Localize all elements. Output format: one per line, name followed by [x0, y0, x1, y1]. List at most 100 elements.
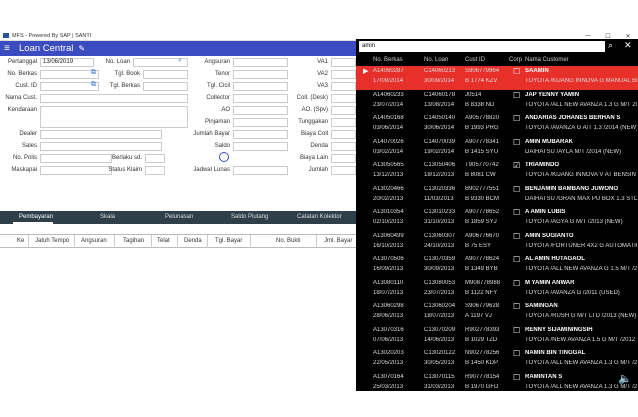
corp-checkbox[interactable]: ☐	[513, 373, 520, 382]
column-divider	[114, 235, 115, 248]
dealer-field[interactable]	[40, 130, 162, 139]
result-row[interactable]: A13060499 16/10/2013 C13060307 24/10/2013 A9…	[356, 231, 638, 255]
jadwal-lunas-field[interactable]	[233, 166, 288, 175]
col-nama-customer: Nama Customer	[525, 57, 569, 63]
kendaraan-field[interactable]	[40, 106, 188, 128]
tab-pembayaran[interactable]: Pembayaran	[19, 214, 53, 220]
biaya-lain-field[interactable]	[331, 154, 356, 163]
date-cell: 25/03/2013	[373, 383, 404, 390]
vehicle-cell: TOYOTA /AVANZA G A/T 1.3 /2014 (NEW)	[525, 125, 637, 131]
result-row[interactable]: A13050565 13/12/2013 C13050406 18/12/2013 T9…	[356, 160, 638, 184]
ao-spv-field[interactable]	[331, 106, 356, 115]
tgl-cicil-field[interactable]	[233, 82, 288, 91]
tunggakan-field[interactable]	[331, 118, 356, 127]
va2-field[interactable]	[331, 70, 356, 79]
sales-field[interactable]	[40, 142, 162, 151]
open-icon[interactable]: ⧉	[91, 81, 96, 89]
status-klaim-field[interactable]	[145, 166, 165, 175]
result-row[interactable]: A14050168 03/06/2014 C14050140 30/06/2014 A9…	[356, 113, 638, 137]
app-icon	[3, 33, 9, 38]
loading-icon	[219, 152, 229, 162]
result-row[interactable]: A14060233 23/07/2014 C14060178 13/08/2014 J0…	[356, 90, 638, 114]
result-row[interactable]: A13060298 28/06/2013 C13060204 18/07/2013 S9…	[356, 301, 638, 325]
collector-field[interactable]	[233, 94, 288, 103]
vehicle-cell: TOYOTA /KIJANG INNOVA V AT BENSIN /2013	[525, 172, 637, 178]
customer-search-input[interactable]: amin	[359, 41, 605, 52]
va1-field[interactable]	[331, 58, 356, 67]
ao-field[interactable]	[233, 106, 288, 115]
maskapai-label: Maskapai	[11, 167, 37, 173]
va3-label: VA3	[317, 83, 328, 89]
no-loan-label: No. Loan	[105, 59, 130, 65]
jumlah-bayar-field[interactable]	[233, 130, 288, 139]
pinjaman-field[interactable]	[233, 118, 288, 127]
close-icon[interactable]: ✕	[624, 40, 632, 51]
tab-catatan-kolektor[interactable]: Catatan Kolektor	[297, 214, 342, 220]
tab-pelunasan[interactable]: Pelunasan	[165, 214, 193, 220]
column-divider	[316, 235, 317, 248]
app-window: MFS - Powered By SAP | SANTI — ☐ ✕ ≡ Loa…	[0, 31, 638, 391]
result-row[interactable]: A13070316 07/06/2013 C13070209 14/06/2013 R9…	[356, 325, 638, 349]
corp-checkbox[interactable]: ☐	[513, 256, 520, 264]
loan-cell: C13080053	[424, 279, 456, 286]
denda-field[interactable]	[331, 142, 356, 151]
result-row[interactable]: A14070026 03/02/2014 C14070039 19/02/2014 A9…	[356, 137, 638, 161]
corp-checkbox[interactable]: ☐	[513, 209, 520, 217]
tenor-field[interactable]	[233, 70, 288, 79]
angsuran-field[interactable]	[233, 58, 288, 67]
result-row[interactable]: A13070164 25/03/2013 C13070115 31/03/2013 R9…	[356, 372, 638, 396]
result-row[interactable]: A13080110 18/07/2013 C13080053 23/07/2013 M9…	[356, 278, 638, 302]
va3-field[interactable]	[331, 82, 356, 91]
jumlah-field[interactable]	[331, 166, 356, 175]
corp-checkbox[interactable]: ☐	[513, 115, 520, 123]
column-divider	[177, 235, 178, 248]
column-divider	[74, 235, 75, 248]
cust-id-cell: A907778624	[465, 256, 500, 262]
tab-saldo-piutang[interactable]: Saldo Piutang	[231, 214, 268, 220]
column-divider	[151, 235, 152, 248]
ao-spv-label: AO. (Spv)	[301, 107, 328, 113]
corp-checkbox[interactable]: ☐	[513, 91, 520, 100]
tgl-berkas-field[interactable]	[143, 82, 188, 91]
date-cell: 17/09/2014	[373, 78, 404, 84]
coll-desk-label: Coll. (Desk)	[296, 95, 328, 101]
berkas-cell: A14060233	[373, 91, 404, 98]
corp-checkbox[interactable]: ☐	[513, 68, 520, 76]
corp-checkbox[interactable]: ☐	[513, 326, 520, 335]
tgl-book-field[interactable]	[143, 70, 188, 79]
speaker-icon[interactable]: 🔈	[618, 372, 632, 385]
menu-icon[interactable]: ≡	[4, 43, 16, 54]
nama-cust-field[interactable]	[40, 94, 188, 103]
search-icon[interactable]: ⌕	[178, 57, 182, 65]
customer-name-cell: SAAMIN	[525, 68, 549, 74]
result-row[interactable]: A14060287 17/09/2014 C14060213 30/09/2014 S9…	[356, 66, 638, 90]
corp-checkbox[interactable]: ☐	[513, 185, 520, 194]
cust-id-cell: B902777551	[465, 185, 500, 192]
corp-checkbox[interactable]: ☐	[513, 138, 520, 147]
customer-name-cell: ANDARIAS JOHANES BERHAN S	[525, 115, 621, 121]
coll-desk-field[interactable]	[331, 94, 356, 103]
biaya-coll-field[interactable]	[331, 130, 356, 139]
corp-checkbox[interactable]: ☐	[513, 350, 520, 358]
plate-cell: B 75 ESY	[465, 242, 492, 249]
result-row[interactable]: A13020203 22/05/2013 C13020122 30/05/2013 N9…	[356, 348, 638, 372]
edit-icon[interactable]: ✎	[78, 44, 85, 53]
corp-checkbox[interactable]: ☐	[513, 303, 520, 311]
status-klaim-label: Status Klaim	[108, 167, 142, 173]
result-row[interactable]: A13020466 20/02/2013 C13020336 11/03/2013 B9…	[356, 184, 638, 208]
berlaku-sd-field[interactable]	[145, 154, 165, 163]
open-icon[interactable]: ⧉	[91, 69, 96, 77]
corp-checkbox[interactable]: ☑	[513, 162, 520, 170]
result-row[interactable]: A13070506 16/09/2013 C13070359 30/09/2013 A9…	[356, 254, 638, 278]
saldo-field[interactable]	[233, 142, 288, 151]
berkas-cell: A13020466	[373, 185, 404, 192]
payment-table-header: Ke Jatuh Tempo Angsuran Tagihan Telat De…	[0, 234, 356, 248]
search-icon[interactable]: ⌕	[608, 40, 613, 51]
corp-checkbox[interactable]: ☐	[513, 279, 520, 288]
result-row[interactable]: A13010354 02/10/2013 C13010233 31/10/2013 A9…	[356, 207, 638, 231]
corp-checkbox[interactable]: ☐	[513, 232, 520, 241]
date-cell: 13/12/2013	[373, 172, 404, 178]
loan-cell: C14060213	[424, 68, 456, 74]
pertanggal-field[interactable]: 13/06/2019	[40, 58, 94, 67]
tab-skala[interactable]: Skala	[100, 214, 115, 220]
